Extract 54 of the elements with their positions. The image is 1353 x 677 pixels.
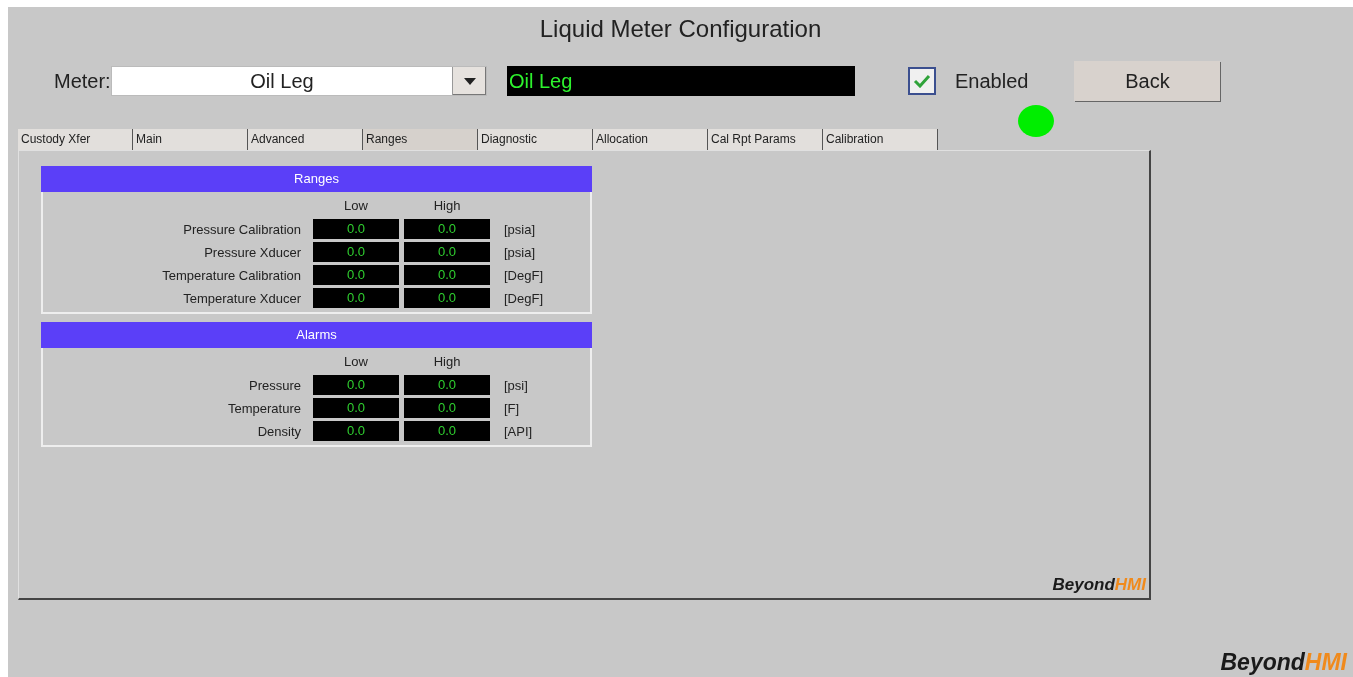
value-field[interactable]: 0.0 [404,421,490,441]
value-field[interactable]: 0.0 [404,375,490,395]
brand-logo: BeyondHMI [1220,649,1347,676]
row-label: Density [256,423,302,439]
tab[interactable]: Diagnostic [478,129,593,150]
value-field[interactable]: 0.0 [313,421,399,441]
meter-name-display: Oil Leg [507,66,855,96]
value-field[interactable]: 0.0 [404,242,490,262]
value-field[interactable]: 0.0 [313,398,399,418]
tab[interactable]: Cal Rpt Params [708,129,823,150]
value-field[interactable]: 0.0 [313,375,399,395]
brand-logo: BeyondHMI [1052,575,1146,595]
column-header: Low [343,197,369,215]
unit-label: [psia] [503,244,537,260]
tab[interactable]: Ranges [363,129,478,150]
value-field[interactable]: 0.0 [404,265,490,285]
row-label: Temperature Calibration [161,267,302,283]
dropdown-button[interactable] [452,67,486,95]
tab[interactable]: Main [133,129,248,150]
value-field[interactable]: 0.0 [404,398,490,418]
value-field[interactable]: 0.0 [404,219,490,239]
column-header: High [432,197,462,215]
tab[interactable]: Allocation [593,129,708,150]
unit-label: [psi] [503,377,529,393]
tab[interactable]: Advanced [248,129,363,150]
value-field[interactable]: 0.0 [404,288,490,308]
column-header: Low [343,353,369,371]
value-field[interactable]: 0.0 [313,219,399,239]
row-label: Pressure Calibration [182,221,302,237]
enabled-checkbox[interactable] [908,67,936,95]
value-field[interactable]: 0.0 [313,288,399,308]
unit-label: [API] [503,423,534,439]
back-button[interactable]: Back [1074,61,1221,101]
tab[interactable]: Custody Xfer [18,129,133,150]
row-label: Pressure Xducer [203,244,302,260]
meter-dropdown[interactable]: Oil Leg [111,66,487,96]
row-label: Temperature Xducer [182,290,302,306]
tab[interactable]: Calibration [823,129,938,150]
meter-label: Meter: [54,69,111,93]
section-header: Ranges [41,166,592,192]
row-label: Temperature [227,400,302,416]
unit-label: [F] [503,400,521,416]
column-header: High [432,353,462,371]
section-header: Alarms [41,322,592,348]
row-label: Pressure [247,377,302,393]
enabled-label: Enabled [955,69,1029,93]
unit-label: [psia] [503,221,537,237]
caret-icon [463,77,476,85]
unit-label: [DegF] [503,267,544,283]
checkmark-icon [913,74,931,88]
window-title: Liquid Meter Configuration [538,14,823,44]
unit-label: [DegF] [503,290,544,306]
value-field[interactable]: 0.0 [313,242,399,262]
value-field[interactable]: 0.0 [313,265,399,285]
